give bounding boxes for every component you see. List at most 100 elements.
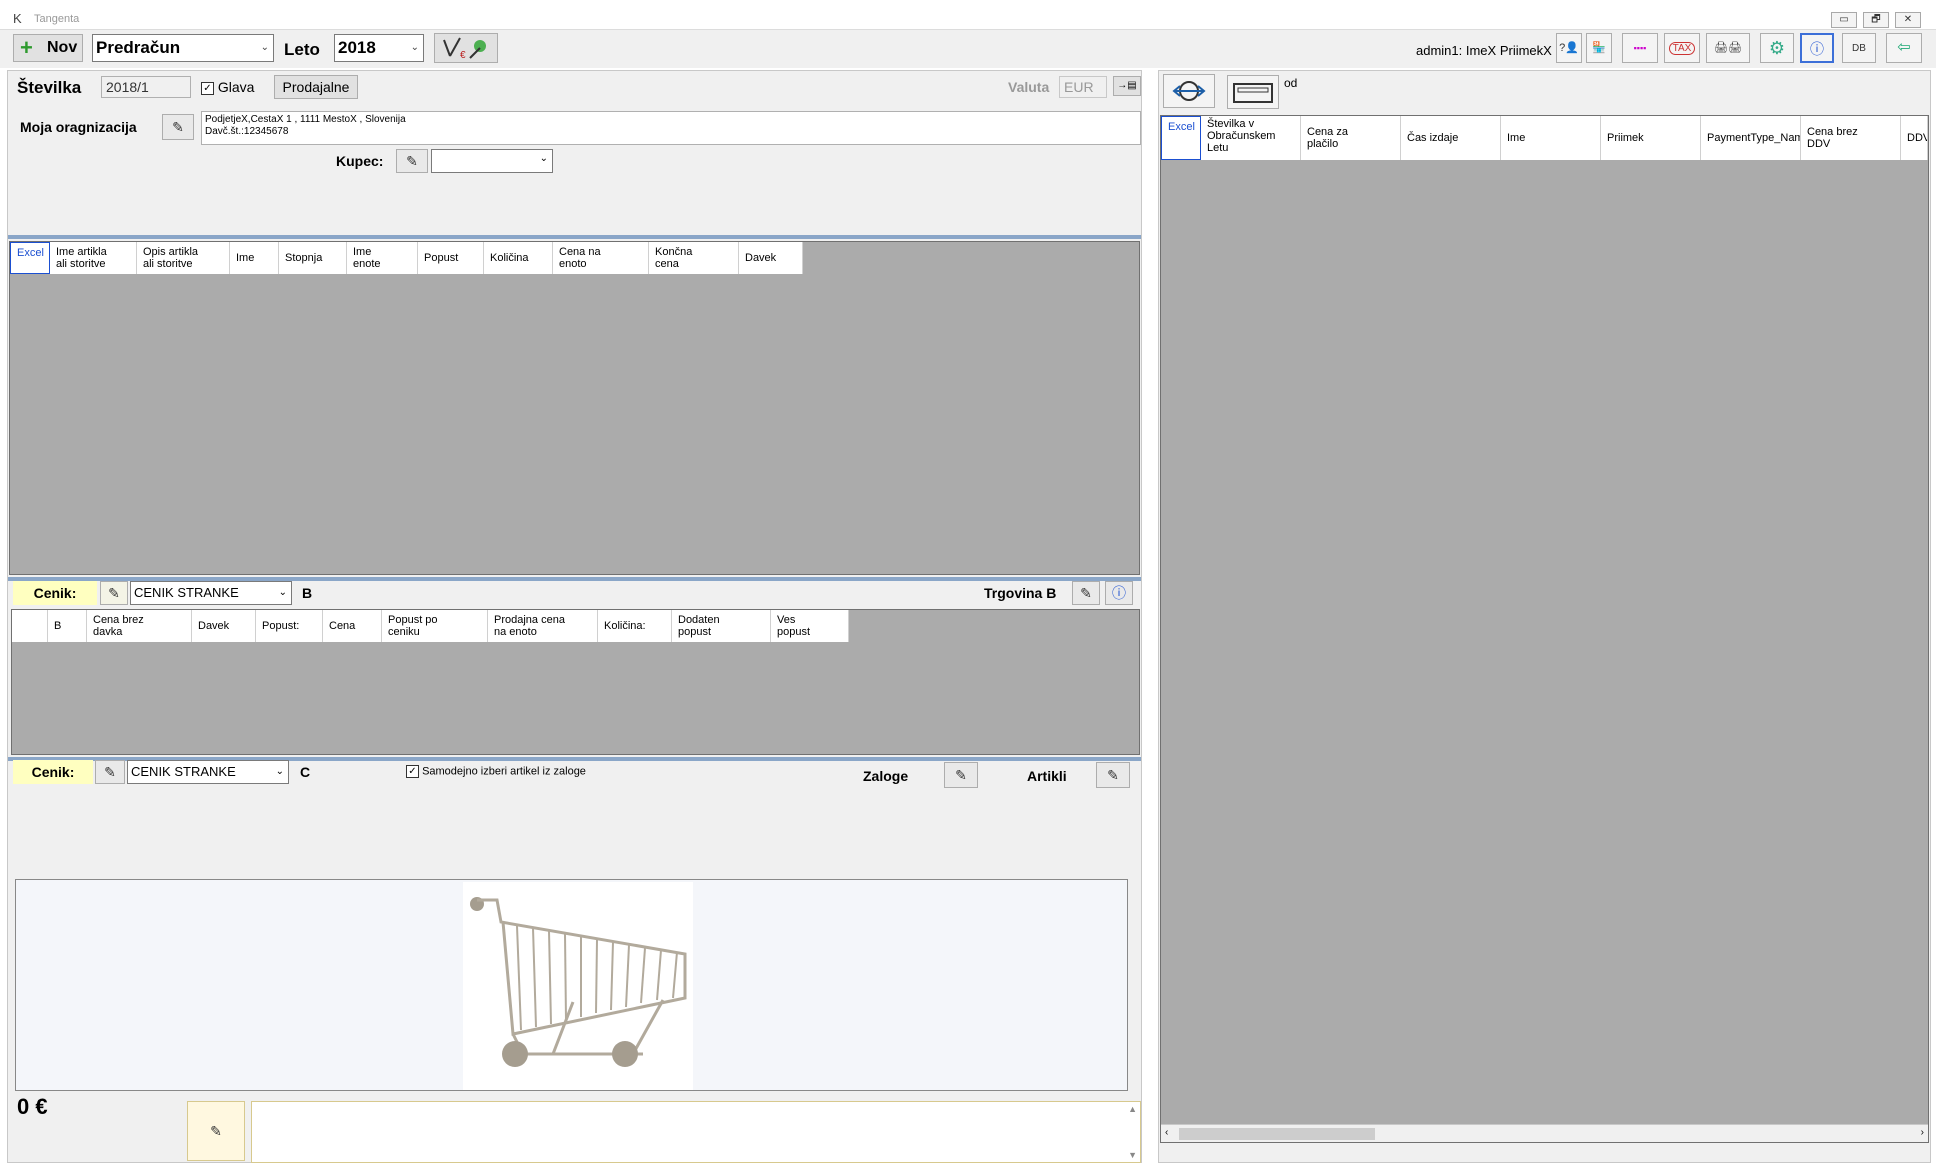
shop-b-label: Trgovina B [984,585,1057,601]
edit-org-button[interactable]: ✎ [162,114,194,140]
user-label: admin1: ImeX PriimekX [1416,43,1552,58]
col-quantity[interactable]: Količina: [598,610,672,642]
col-unit-price[interactable]: Cena na enoto [553,242,649,274]
edit-kupec-button[interactable]: ✎ [396,149,428,173]
document-type-value: Predračun [96,38,181,57]
valuta-field[interactable]: EUR [1059,76,1107,98]
scrollbar-thumb[interactable] [1179,1128,1375,1140]
scroll-up-icon[interactable]: ▲ [1128,1104,1137,1114]
col-item-name[interactable]: Ime artikla ali storitve [50,242,137,274]
year-select[interactable]: 2018 ⌄ [334,34,424,62]
col-rate[interactable]: Stopnja [279,242,347,274]
col-discount[interactable]: Popust: [256,610,323,642]
col-last-name[interactable]: Priimek [1601,116,1701,160]
col-unit-name[interactable]: Ime enote [347,242,418,274]
number-field[interactable]: 2018/1 [101,76,191,98]
total-amount: 0 € [17,1094,48,1119]
database-button[interactable]: DB [1842,33,1876,63]
help-shop-b-button[interactable]: ⓘ [1105,581,1133,605]
col-extra-discount[interactable]: Dodaten popust [672,610,771,642]
check-icon: ✓ [406,765,419,778]
year-label: Leto [284,40,320,59]
col-tax[interactable]: Davek [192,610,256,642]
shop-button[interactable]: 🏪 [1586,33,1612,63]
title-bar: K Tangenta ▭ 🗗 ✕ [0,9,1936,30]
logout-button[interactable]: ⇦ [1886,33,1922,63]
cenik-b-select[interactable]: CENIK STRANKE ⌄ [130,581,292,605]
col-item-desc[interactable]: Opis artikla ali storitve [137,242,230,274]
invoice-list-grid[interactable]: Excel Številka v Obračunskem Letu Cena z… [1160,115,1929,1143]
tax-icon: TAX [1668,42,1696,55]
barcode-button[interactable]: ▪▪▪▪ [1622,33,1658,63]
settings-button[interactable]: ⚙ [1760,33,1794,63]
artikli-label: Artikli [1027,768,1067,784]
col-tax[interactable]: Davek [739,242,803,274]
tax-button[interactable]: TAX [1664,33,1700,63]
col-vat[interactable]: DDV [1901,116,1928,160]
pencil-icon: ✎ [108,585,120,601]
new-button[interactable]: + Nov [13,34,83,62]
auto-select-checkbox[interactable]: ✓ Samodejno izberi artikel iz zaloge [406,765,586,778]
edit-notes-button[interactable]: ✎ [187,1101,245,1161]
timeframe-button[interactable] [1163,74,1215,108]
col-discount-by-pricelist[interactable]: Popust po ceniku [382,610,488,642]
scroll-right-icon[interactable]: › [1921,1127,1924,1138]
col-number-in-year[interactable]: Številka v Obračunskem Letu [1201,116,1301,160]
excel-export-button[interactable]: Excel [10,242,50,274]
new-button-label: Nov [47,39,78,56]
col-price-no-vat[interactable]: Cena brez DDV [1801,116,1901,160]
edit-artikli-button[interactable]: ✎ [1096,762,1130,788]
edit-cenik-b-button[interactable]: ✎ [100,581,128,605]
currency-tools-button[interactable]: € [434,33,498,63]
col-name[interactable]: Ime [230,242,279,274]
kupec-select[interactable]: ⌄ [431,149,553,173]
close-button[interactable]: ✕ [1895,12,1921,28]
printer-setup-button[interactable] [1227,75,1279,109]
cart-area[interactable] [15,879,1128,1091]
chevron-down-icon: ⌄ [410,42,419,53]
col-price-no-tax[interactable]: Cena brez davka [87,610,192,642]
number-label: Številka [17,78,82,97]
excel-export-button[interactable]: Excel [1161,116,1201,160]
cenik-c-select[interactable]: CENIK STRANKE ⌄ [127,760,289,784]
col-discount[interactable]: Popust [418,242,484,274]
pencil-icon: ✎ [1080,585,1092,601]
col-total-discount[interactable]: Ves popust [771,610,849,642]
col-issue-time[interactable]: Čas izdaje [1401,116,1501,160]
printer-button[interactable]: 🖨🖨 [1706,33,1750,63]
currency-arrow-button[interactable]: →▤ [1113,76,1141,96]
prodajalne-button[interactable]: Prodajalne [274,75,358,99]
edit-cenik-c-button[interactable]: ✎ [95,760,125,784]
col-final-price[interactable]: Končna cena [649,242,739,274]
edit-shop-b-button[interactable]: ✎ [1072,581,1100,605]
pencil-icon: ✎ [955,767,967,783]
chevron-down-icon: ⌄ [278,587,287,598]
notes-textarea[interactable]: ▲ ▼ [251,1101,1141,1163]
horizontal-scrollbar[interactable]: ‹ › [1161,1124,1928,1142]
row-header-corner [12,610,48,642]
col-payment-type[interactable]: PaymentType_Nam [1701,116,1801,160]
minimize-button[interactable]: ▭ [1831,12,1857,28]
glava-checkbox[interactable]: ✓ Glava [201,79,254,95]
help-user-button[interactable]: ?👤 [1556,33,1582,63]
scroll-left-icon[interactable]: ‹ [1165,1127,1168,1138]
scroll-down-icon[interactable]: ▼ [1128,1150,1137,1160]
cenik-b-suffix: B [302,585,313,601]
col-first-name[interactable]: Ime [1501,116,1601,160]
org-line-2: Davč.št.:12345678 [205,126,289,137]
col-b[interactable]: B [48,610,87,642]
main-toolbar: + Nov Predračun ⌄ Leto 2018 ⌄ € admin1: … [0,30,1936,68]
col-price[interactable]: Cena [323,610,382,642]
col-quantity[interactable]: Količina [484,242,553,274]
calendar-refresh-icon [1172,81,1206,101]
col-sale-price[interactable]: Prodajna cena na enoto [488,610,598,642]
window-title: Tangenta [34,13,80,25]
splitter[interactable] [8,235,1141,239]
document-type-select[interactable]: Predračun ⌄ [92,34,274,62]
info-button[interactable]: ⓘ [1800,33,1834,63]
restore-button[interactable]: 🗗 [1863,12,1889,28]
items-grid[interactable]: Excel Ime artikla ali storitve Opis arti… [9,241,1140,575]
edit-zaloge-button[interactable]: ✎ [944,762,978,788]
col-price-to-pay[interactable]: Cena za plačilo [1301,116,1401,160]
pricelist-b-grid[interactable]: B Cena brez davka Davek Popust: Cena Pop… [11,609,1140,755]
